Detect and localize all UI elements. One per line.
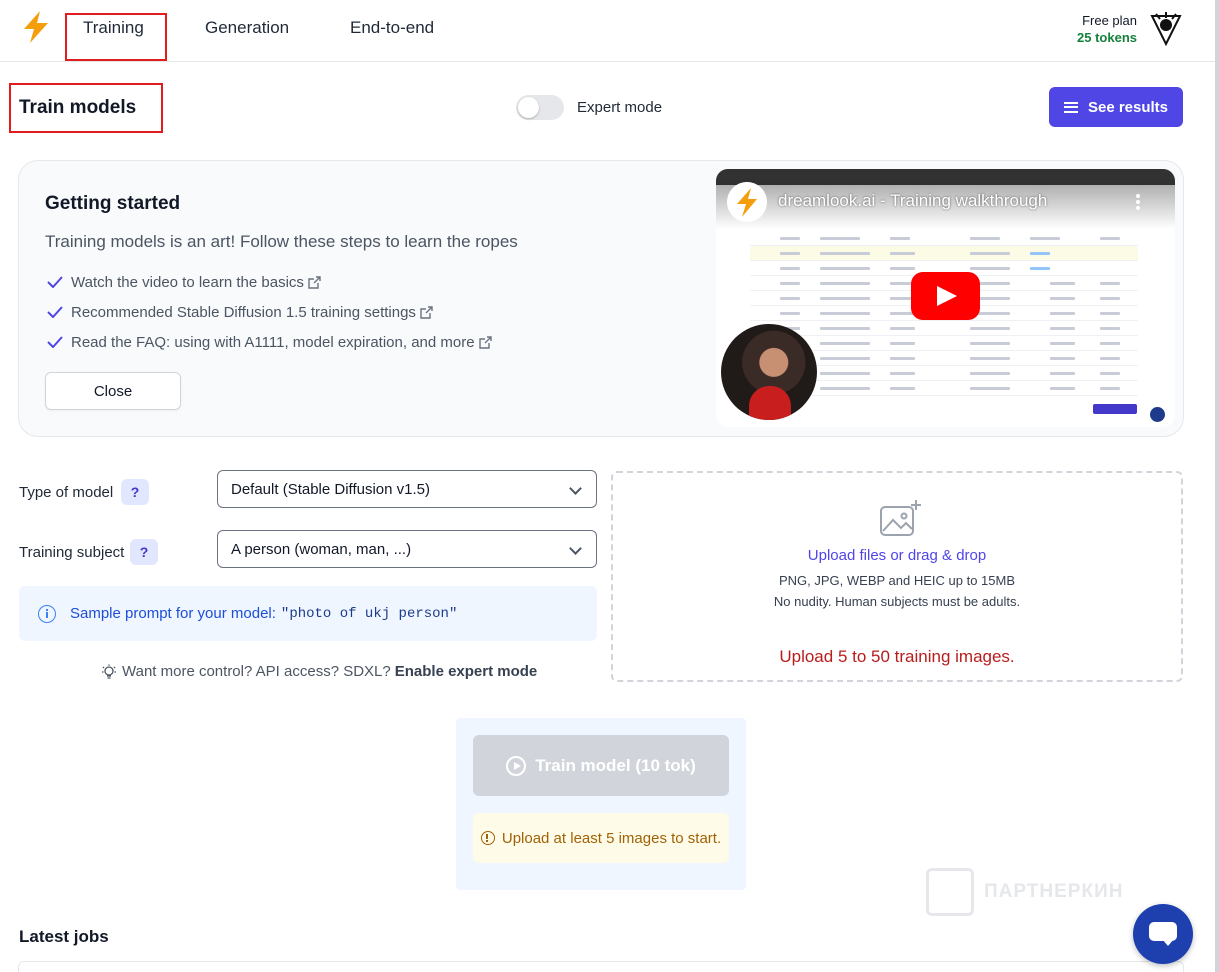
token-count: 25 tokens xyxy=(1077,30,1137,45)
expert-mode-label: Expert mode xyxy=(577,99,663,116)
nav-end-to-end[interactable]: End-to-end xyxy=(350,18,434,38)
step-faq-label: Read the FAQ: using with A1111, model ex… xyxy=(71,333,475,351)
sample-prompt-code: "photo of ukj person" xyxy=(280,605,458,622)
play-circle-icon xyxy=(506,755,527,776)
list-icon xyxy=(1063,101,1078,113)
expert-hint-text: Want more control? API access? SDXL? xyxy=(122,663,391,680)
training-subject-label: Training subject xyxy=(19,544,125,561)
step-faq[interactable]: Read the FAQ: using with A1111, model ex… xyxy=(47,327,492,357)
video-embed[interactable]: dreamlook.ai - Training walkthrough xyxy=(716,169,1175,427)
expert-mode-hint: Want more control? API access? SDXL? Ena… xyxy=(102,663,537,680)
plan-info[interactable]: Free plan 25 tokens xyxy=(1077,12,1137,46)
video-screen-chat-icon xyxy=(1150,407,1165,422)
see-results-button[interactable]: See results xyxy=(1049,87,1183,127)
watermark: ПАРТНЕРКИН xyxy=(926,868,1123,916)
upload-dropzone[interactable]: Upload files or drag & drop PNG, JPG, WE… xyxy=(611,471,1183,682)
getting-started-card: Getting started Training models is an ar… xyxy=(18,160,1184,437)
model-type-value: Default (Stable Diffusion v1.5) xyxy=(231,480,430,498)
train-model-button[interactable]: Train model (10 tok) xyxy=(473,735,729,796)
external-link-icon xyxy=(478,335,492,349)
nav-generation[interactable]: Generation xyxy=(205,18,289,38)
chevron-down-icon xyxy=(569,482,582,495)
page-scrollbar[interactable] xyxy=(1215,0,1219,972)
highlight-box xyxy=(9,83,163,133)
top-nav: Training Generation End-to-end Free plan… xyxy=(0,0,1219,62)
check-icon xyxy=(47,306,63,318)
training-subject-select[interactable]: A person (woman, man, ...) xyxy=(217,530,597,568)
chevron-down-icon xyxy=(569,542,582,555)
upload-rules: No nudity. Human subjects must be adults… xyxy=(773,594,1021,609)
external-link-icon xyxy=(308,275,321,289)
external-link-icon xyxy=(420,305,433,319)
lightbulb-icon xyxy=(102,664,116,679)
check-icon xyxy=(47,276,63,288)
check-icon xyxy=(47,336,63,348)
toggle-knob xyxy=(518,97,539,118)
channel-logo-icon[interactable] xyxy=(727,182,767,222)
step-settings[interactable]: Recommended Stable Diffusion 1.5 trainin… xyxy=(47,297,492,327)
video-menu-icon[interactable] xyxy=(1136,194,1140,210)
lightning-logo-icon[interactable] xyxy=(18,9,54,45)
image-add-icon xyxy=(880,500,921,536)
step-video-label: Watch the video to learn the basics xyxy=(71,273,304,291)
getting-started-steps: Watch the video to learn the basics Reco… xyxy=(47,267,492,357)
step-settings-label: Recommended Stable Diffusion 1.5 trainin… xyxy=(71,303,416,321)
training-subject-value: A person (woman, man, ...) xyxy=(231,540,412,558)
expert-mode-toggle[interactable] xyxy=(516,95,564,120)
close-button[interactable]: Close xyxy=(45,372,181,410)
upload-files-link[interactable]: Upload files or drag & drop xyxy=(613,547,1181,564)
highlight-box xyxy=(65,13,167,61)
plan-name: Free plan xyxy=(1082,13,1137,28)
info-icon xyxy=(38,604,56,623)
subject-help-button[interactable]: ? xyxy=(130,539,158,565)
upload-notice-text: Upload at least 5 images to start. xyxy=(501,829,722,847)
upload-notice: Upload at least 5 images to start. xyxy=(473,813,729,863)
video-screen-button xyxy=(1093,404,1137,414)
type-help-button[interactable]: ? xyxy=(121,479,149,505)
presenter-thumbnail xyxy=(721,324,817,420)
latest-jobs-title: Latest jobs xyxy=(19,927,109,946)
train-model-label: Train model (10 tok) xyxy=(535,755,696,775)
enable-expert-mode-link[interactable]: Enable expert mode xyxy=(395,663,538,680)
upload-formats: PNG, JPG, WEBP and HEIC up to 15MB xyxy=(778,573,1016,588)
getting-started-title: Getting started xyxy=(45,193,181,214)
upload-warning: Upload 5 to 50 training images. xyxy=(779,647,1015,666)
sample-prompt-box: Sample prompt for your model: "photo of … xyxy=(19,586,597,641)
model-type-select[interactable]: Default (Stable Diffusion v1.5) xyxy=(217,470,597,508)
step-video[interactable]: Watch the video to learn the basics xyxy=(47,267,492,297)
watermark-icon xyxy=(926,868,974,916)
chat-icon[interactable] xyxy=(1133,904,1193,964)
video-title[interactable]: dreamlook.ai - Training walkthrough xyxy=(778,191,1047,211)
getting-started-intro: Training models is an art! Follow these … xyxy=(45,232,518,251)
see-results-label: See results xyxy=(1087,98,1169,116)
sample-prompt-text: Sample prompt for your model: xyxy=(70,605,276,622)
type-of-model-label: Type of model xyxy=(19,484,114,501)
latest-jobs-table xyxy=(18,961,1184,972)
watermark-text: ПАРТНЕРКИН xyxy=(984,881,1124,902)
warning-icon xyxy=(480,831,495,845)
train-panel: Train model (10 tok) Upload at least 5 i… xyxy=(456,718,746,890)
youtube-play-icon[interactable] xyxy=(911,272,980,320)
user-avatar-icon[interactable] xyxy=(1150,10,1182,46)
